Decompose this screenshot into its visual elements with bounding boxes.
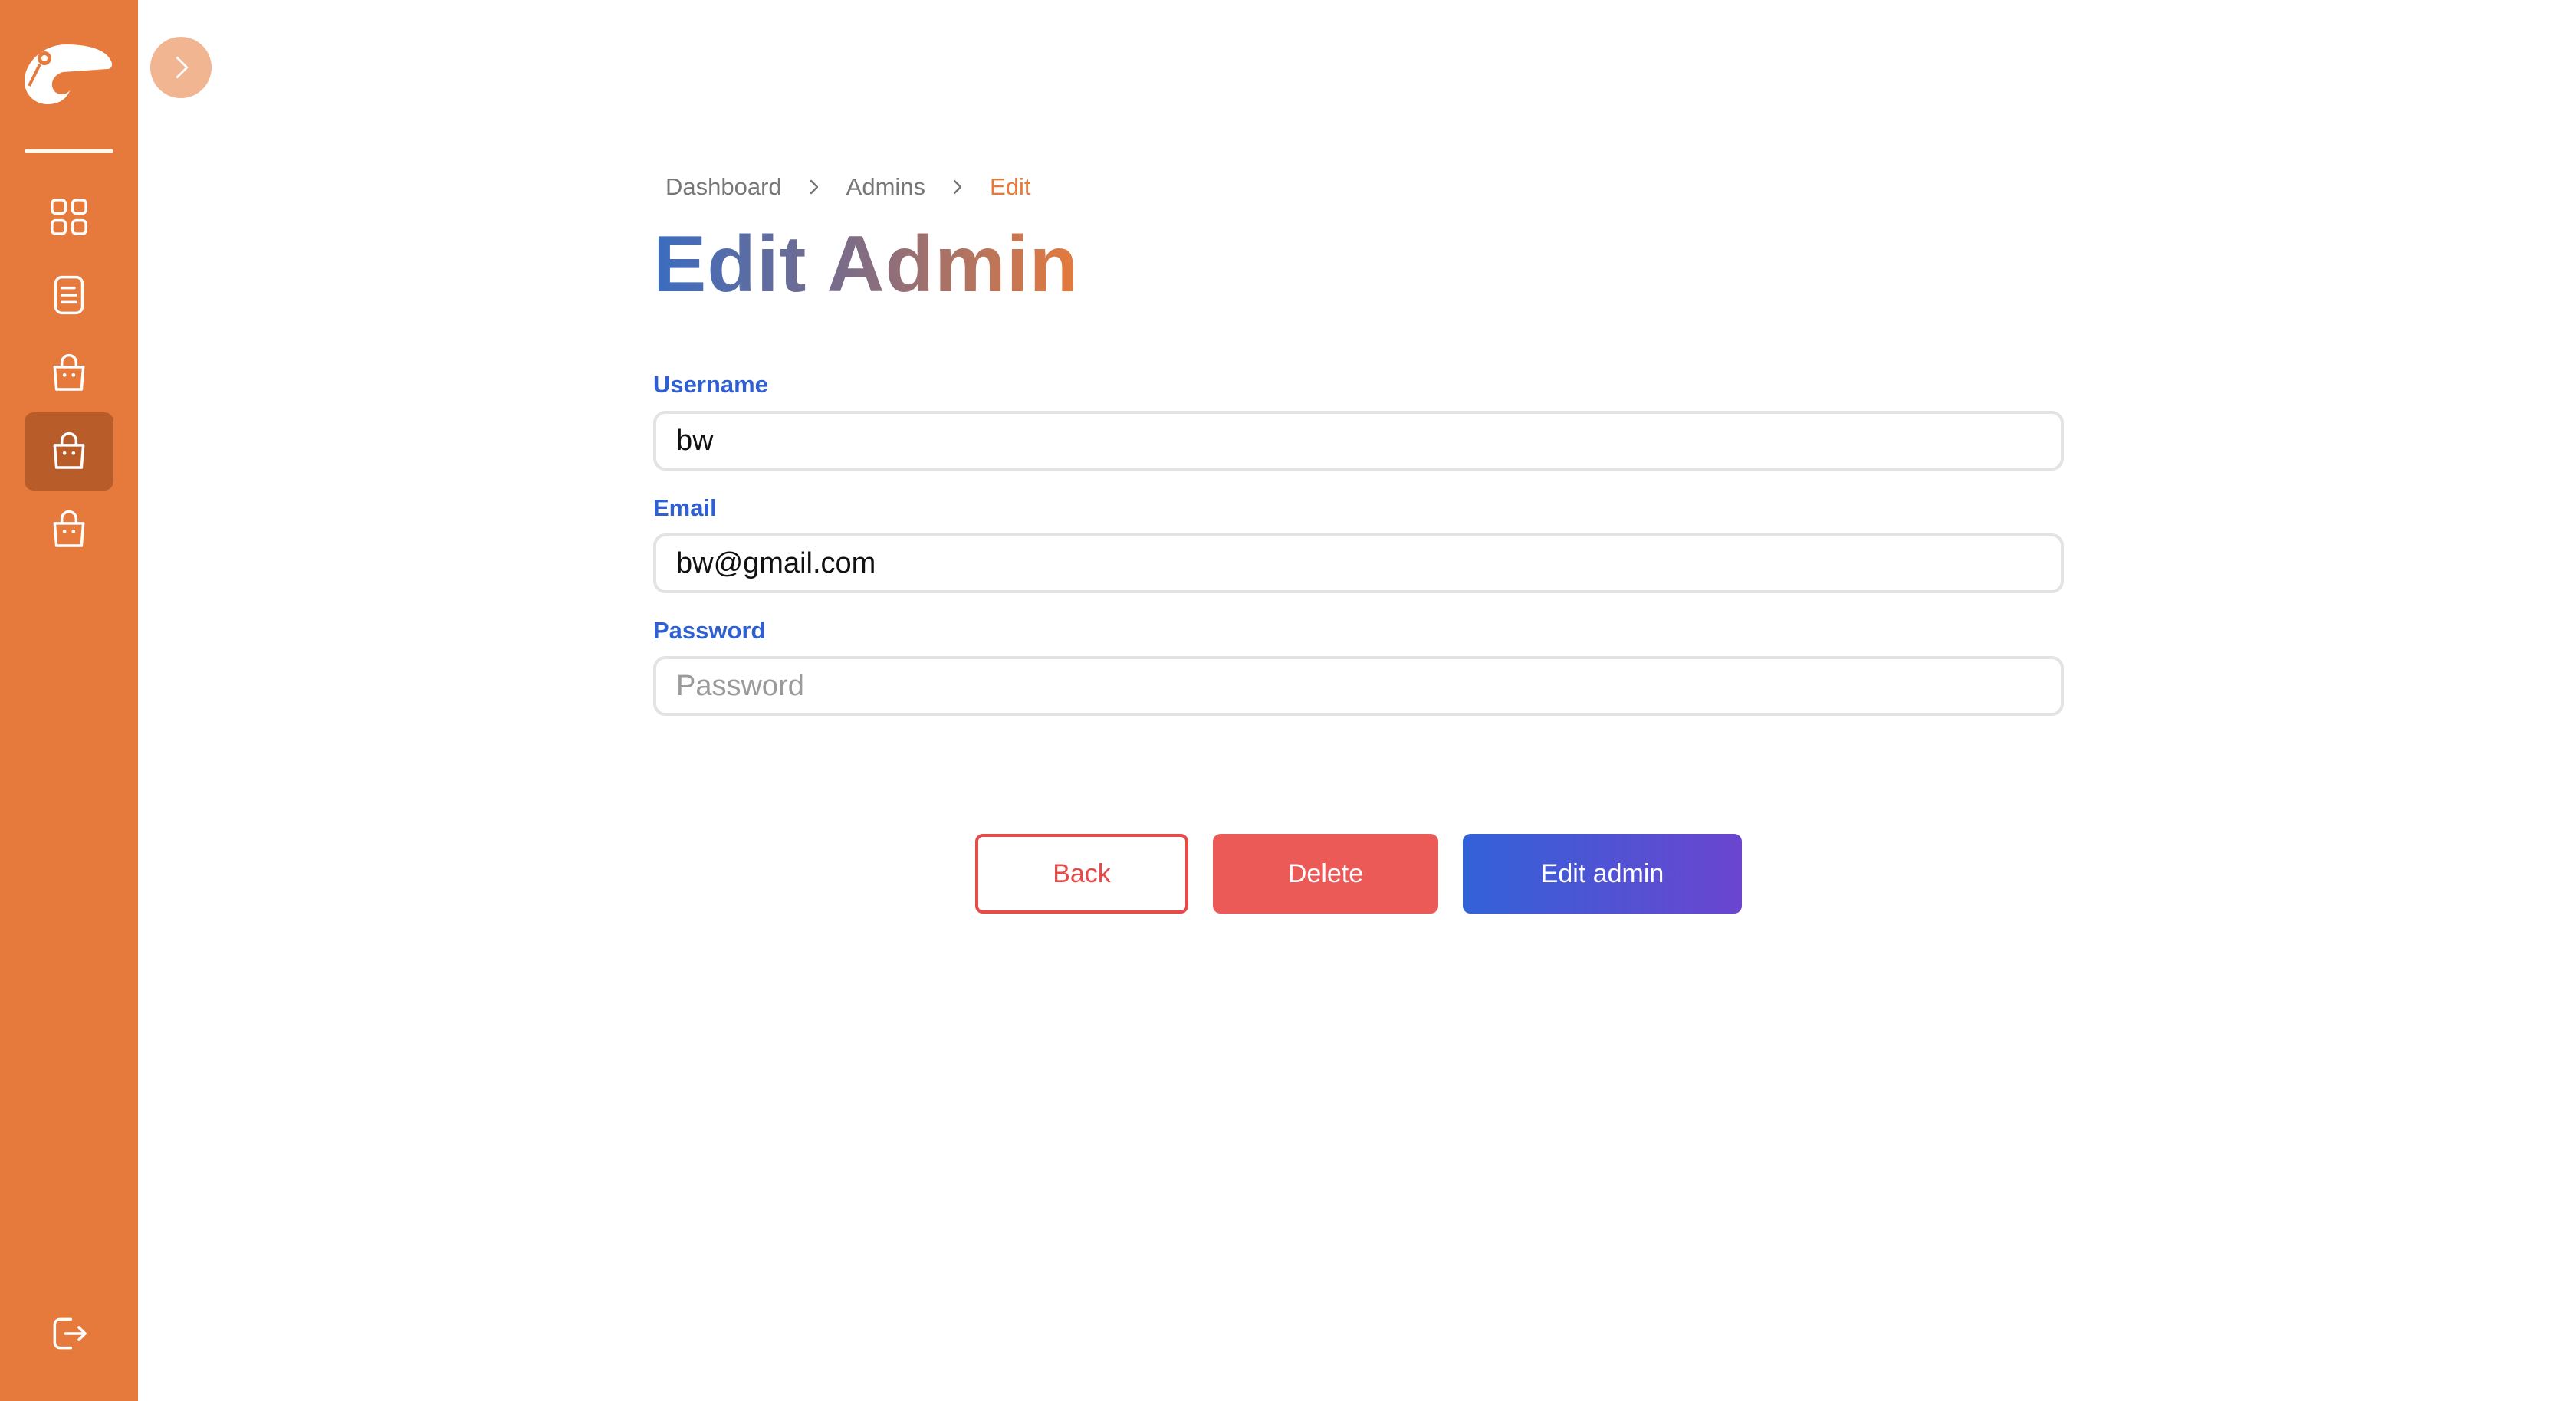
chevron-right-icon <box>805 178 823 196</box>
page-title: Edit Admin <box>653 215 1079 314</box>
shopping-bag-icon <box>53 431 85 469</box>
username-label: Username <box>653 371 768 398</box>
chevron-right-icon <box>176 56 189 79</box>
sidebar-item-dashboard[interactable] <box>25 178 113 256</box>
shopping-bag-icon <box>53 510 85 547</box>
sidebar-toggle-button[interactable] <box>150 37 212 98</box>
logout-icon[interactable] <box>46 1311 92 1357</box>
sidebar-item-products[interactable] <box>25 334 113 412</box>
email-input[interactable] <box>653 533 2064 593</box>
password-label: Password <box>653 617 766 644</box>
document-icon <box>54 275 84 315</box>
delete-button[interactable]: Delete <box>1213 834 1438 914</box>
breadcrumb-admins[interactable]: Admins <box>846 173 925 201</box>
edit-admin-button[interactable]: Edit admin <box>1463 834 1742 914</box>
sidebar-item-documents[interactable] <box>25 256 113 334</box>
toucan-logo <box>21 38 113 109</box>
sidebar-divider <box>25 149 113 153</box>
username-input[interactable] <box>653 411 2064 471</box>
sidebar-item-admins[interactable] <box>25 412 113 491</box>
chevron-right-icon <box>948 178 967 196</box>
sidebar <box>0 0 138 1401</box>
breadcrumb-dashboard[interactable]: Dashboard <box>665 173 782 201</box>
email-label: Email <box>653 494 717 521</box>
password-input[interactable] <box>653 656 2064 716</box>
grid-icon <box>51 199 87 235</box>
breadcrumb-edit: Edit <box>990 173 1031 200</box>
sidebar-item-orders[interactable] <box>25 491 113 569</box>
back-button[interactable]: Back <box>975 834 1188 914</box>
breadcrumb: Dashboard Admins Edit <box>665 173 1030 201</box>
shopping-bag-icon <box>53 353 85 391</box>
